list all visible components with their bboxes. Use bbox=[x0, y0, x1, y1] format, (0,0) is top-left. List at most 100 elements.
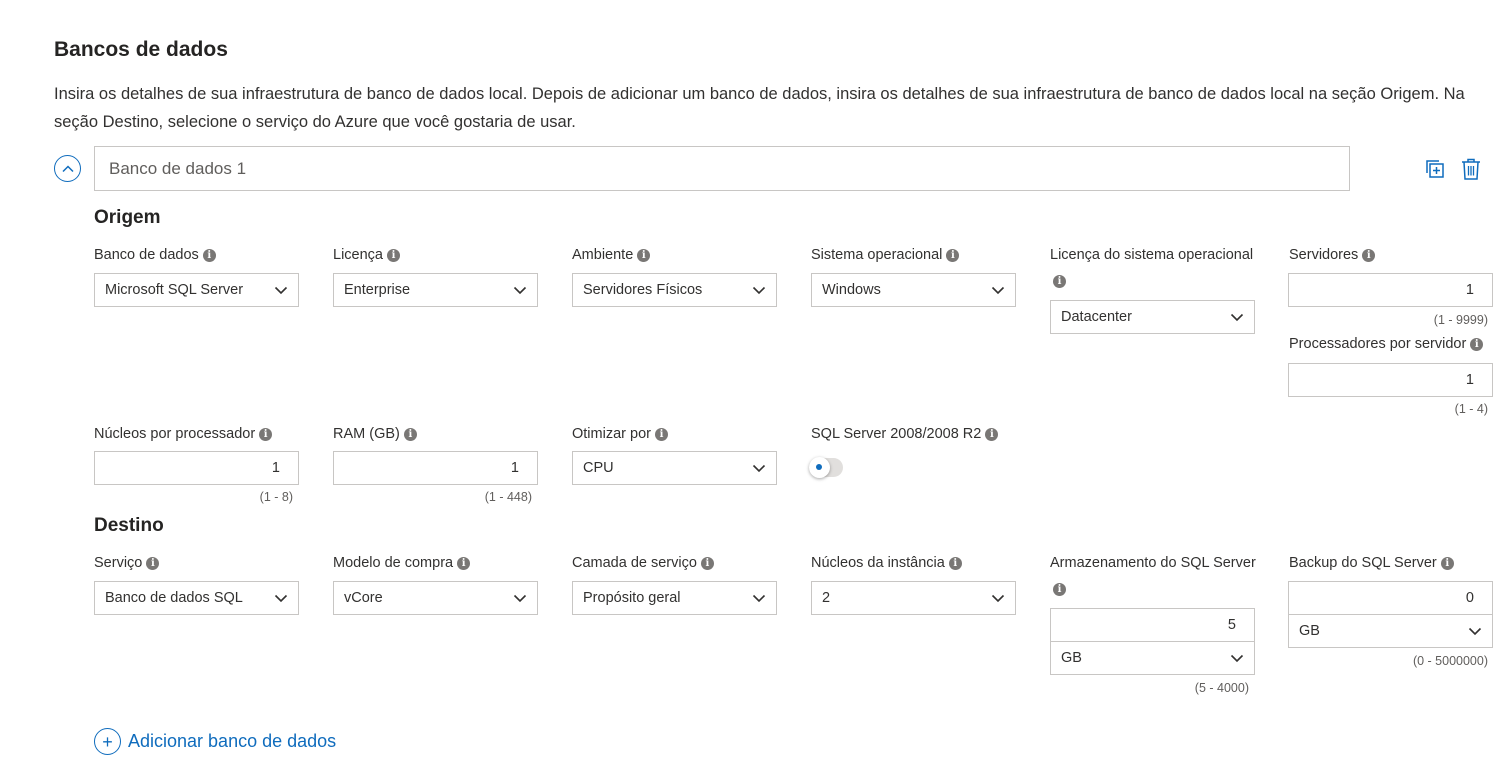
database-type-select[interactable]: Microsoft SQL Server bbox=[94, 273, 299, 307]
info-icon[interactable]: i bbox=[654, 428, 668, 441]
ram-range: (1 - 448) bbox=[484, 490, 532, 504]
purchase-model-value: vCore bbox=[344, 590, 383, 606]
service-label: Serviço i bbox=[94, 553, 160, 573]
info-icon[interactable]: i bbox=[146, 557, 160, 570]
database-name-input[interactable] bbox=[94, 146, 1350, 191]
optimize-select[interactable]: CPU bbox=[572, 451, 777, 485]
os-select[interactable]: Windows bbox=[811, 273, 1016, 307]
info-icon[interactable]: i bbox=[946, 249, 960, 262]
page-title: Bancos de dados bbox=[54, 38, 228, 61]
backup-range: (0 - 5000000) bbox=[1412, 654, 1488, 668]
info-icon[interactable]: i bbox=[985, 428, 999, 441]
chevron-down-icon bbox=[1230, 313, 1244, 322]
chevron-down-icon bbox=[991, 594, 1005, 603]
license-value: Enterprise bbox=[344, 282, 411, 298]
os-license-info: i bbox=[1053, 271, 1066, 291]
add-database-button[interactable]: + Adicionar banco de dados bbox=[94, 728, 336, 755]
sql2008-label: SQL Server 2008/2008 R2 i bbox=[811, 424, 999, 444]
info-icon[interactable]: i bbox=[202, 249, 216, 262]
storage-info: i bbox=[1053, 579, 1066, 599]
destino-section-title: Destino bbox=[94, 515, 164, 536]
info-icon[interactable]: i bbox=[403, 428, 417, 441]
info-icon[interactable]: i bbox=[700, 557, 714, 570]
toggle-dot bbox=[816, 464, 822, 470]
trash-icon bbox=[1462, 158, 1480, 180]
environment-select[interactable]: Servidores Físicos bbox=[572, 273, 777, 307]
collapse-button[interactable] bbox=[54, 155, 81, 182]
storage-range: (5 - 4000) bbox=[1194, 681, 1249, 695]
optimize-label: Otimizar por i bbox=[572, 424, 668, 444]
chevron-down-icon bbox=[1468, 627, 1482, 636]
info-icon[interactable]: i bbox=[948, 557, 962, 570]
backup-input[interactable]: 0 bbox=[1288, 581, 1493, 615]
page-description: Insira os detalhes de sua infraestrutura… bbox=[54, 85, 1465, 131]
storage-unit-select[interactable]: GB bbox=[1050, 641, 1255, 675]
info-icon[interactable]: i bbox=[386, 249, 400, 262]
toggle-knob bbox=[809, 457, 830, 478]
cores-input[interactable]: 1 bbox=[94, 451, 299, 485]
ram-input[interactable]: 1 bbox=[333, 451, 538, 485]
chevron-down-icon bbox=[752, 286, 766, 295]
purchase-model-label: Modelo de compra i bbox=[333, 553, 471, 573]
chevron-down-icon bbox=[513, 286, 527, 295]
chevron-down-icon bbox=[274, 286, 288, 295]
servers-input[interactable]: 1 bbox=[1288, 273, 1493, 307]
service-value: Banco de dados SQL bbox=[105, 590, 243, 606]
license-label: Licença i bbox=[333, 245, 400, 265]
database-type-value: Microsoft SQL Server bbox=[105, 282, 244, 298]
info-icon[interactable]: i bbox=[1362, 249, 1376, 262]
os-license-select[interactable]: Datacenter bbox=[1050, 300, 1255, 334]
servers-range: (1 - 9999) bbox=[1433, 313, 1488, 327]
optimize-value: CPU bbox=[583, 460, 614, 476]
instance-cores-label: Núcleos da instância i bbox=[811, 553, 962, 573]
database-type-label: Banco de dados i bbox=[94, 245, 216, 265]
origem-section-title: Origem bbox=[94, 207, 161, 228]
storage-label: Armazenamento do SQL Server bbox=[1050, 555, 1256, 571]
info-icon[interactable]: i bbox=[259, 428, 273, 441]
environment-value: Servidores Físicos bbox=[583, 282, 703, 298]
service-tier-label: Camada de serviço i bbox=[572, 553, 714, 573]
info-icon[interactable]: i bbox=[1053, 275, 1066, 288]
chevron-down-icon bbox=[991, 286, 1005, 295]
add-database-label: Adicionar banco de dados bbox=[128, 731, 337, 751]
duplicate-icon bbox=[1426, 160, 1444, 178]
processors-label: Processadores por servidor i bbox=[1289, 334, 1484, 354]
cores-label: Núcleos por processador i bbox=[94, 424, 273, 444]
info-icon[interactable]: i bbox=[457, 557, 471, 570]
servers-label: Servidores i bbox=[1289, 245, 1376, 265]
chevron-down-icon bbox=[1230, 654, 1244, 663]
delete-button[interactable] bbox=[1460, 157, 1482, 181]
processors-range: (1 - 4) bbox=[1454, 402, 1488, 416]
chevron-up-icon bbox=[61, 164, 74, 172]
plus-icon: + bbox=[94, 728, 121, 755]
backup-unit-select[interactable]: GB bbox=[1288, 614, 1493, 648]
info-icon[interactable]: i bbox=[1470, 338, 1484, 351]
storage-input[interactable]: 5 bbox=[1050, 608, 1255, 642]
storage-unit-value: GB bbox=[1061, 650, 1082, 666]
processors-input[interactable]: 1 bbox=[1288, 363, 1493, 397]
purchase-model-select[interactable]: vCore bbox=[333, 581, 538, 615]
service-tier-select[interactable]: Propósito geral bbox=[572, 581, 777, 615]
os-value: Windows bbox=[822, 282, 881, 298]
service-select[interactable]: Banco de dados SQL bbox=[94, 581, 299, 615]
environment-label: Ambiente i bbox=[572, 245, 651, 265]
sql2008-toggle[interactable] bbox=[809, 457, 843, 478]
os-license-value: Datacenter bbox=[1061, 309, 1132, 325]
duplicate-button[interactable] bbox=[1424, 157, 1446, 181]
chevron-down-icon bbox=[274, 594, 288, 603]
backup-unit-value: GB bbox=[1299, 623, 1320, 639]
info-icon[interactable]: i bbox=[1053, 583, 1066, 596]
info-icon[interactable]: i bbox=[1440, 557, 1454, 570]
ram-label: RAM (GB) i bbox=[333, 424, 417, 444]
chevron-down-icon bbox=[752, 594, 766, 603]
chevron-down-icon bbox=[752, 464, 766, 473]
os-label: Sistema operacional i bbox=[811, 245, 960, 265]
cores-range: (1 - 8) bbox=[259, 490, 293, 504]
info-icon[interactable]: i bbox=[637, 249, 651, 262]
os-license-label: Licença do sistema operacional bbox=[1050, 247, 1254, 263]
instance-cores-select[interactable]: 2 bbox=[811, 581, 1016, 615]
backup-label: Backup do SQL Server i bbox=[1289, 553, 1454, 573]
service-tier-value: Propósito geral bbox=[583, 590, 681, 606]
instance-cores-value: 2 bbox=[822, 590, 831, 606]
license-select[interactable]: Enterprise bbox=[333, 273, 538, 307]
